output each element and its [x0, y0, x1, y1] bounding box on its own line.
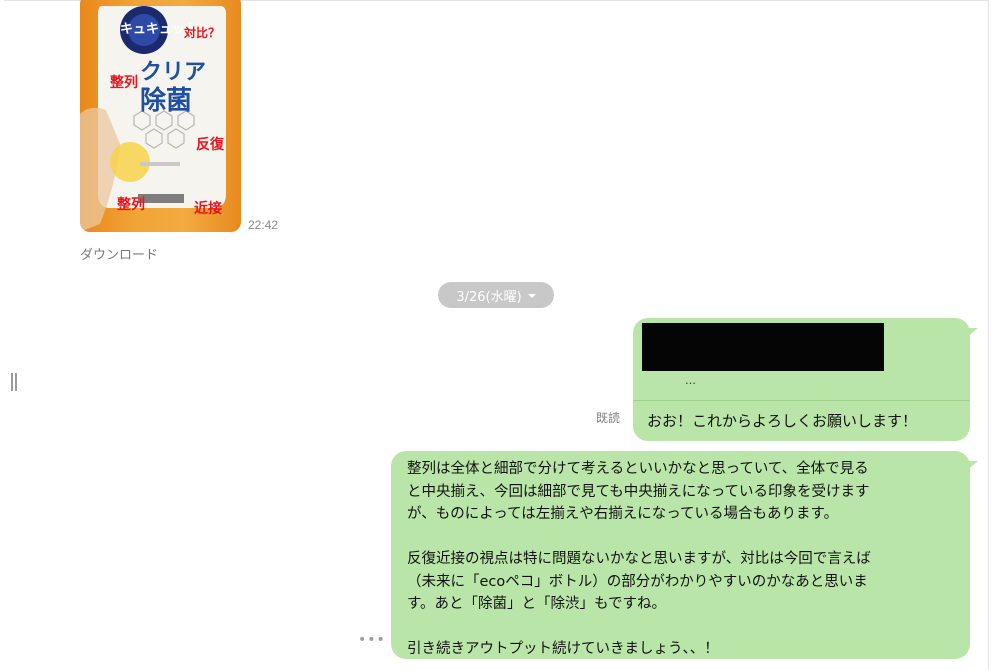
- message-text-block: 整列は全体と細部で分けて考えるといいかなと思っていて、全体で見る と中央揃え、今…: [407, 458, 959, 661]
- photo-product-line2: 除菌: [140, 86, 193, 116]
- resize-handle[interactable]: [11, 373, 17, 391]
- read-status: 既読: [596, 411, 621, 425]
- photo-annotation-proximity: 近接: [194, 201, 222, 217]
- download-link[interactable]: ダウンロード: [80, 244, 158, 263]
- message-line: 引き続きアウトプット続けていきましょう、、！: [407, 641, 719, 657]
- reply-quote[interactable]: …: [633, 318, 970, 401]
- quote-ellipsis: …: [685, 374, 696, 387]
- date-separator[interactable]: 3/26(水曜): [438, 282, 554, 308]
- message-text: おお！これからよろしくお願いします！: [647, 412, 918, 430]
- message-line: す。あと「除菌」と「除渋」もですね。: [407, 596, 666, 612]
- more-options-icon[interactable]: •••: [358, 632, 386, 648]
- photo-annotation-align-top: 整列: [110, 75, 138, 91]
- bubble-tail: [966, 461, 978, 471]
- message-line: （未来に「ecoペコ」ボトル）の部分がわかりやすいのかなあと思いま: [407, 573, 868, 590]
- message-time: 22:42: [248, 218, 279, 232]
- photo-annotation-contrast: 対比？: [184, 26, 221, 40]
- message-line: と中央揃え、今回は細部で見ても中央揃えになっている印象を受けます: [407, 483, 870, 500]
- message-line: 整列は全体と細部で分けて考えるといいかなと思っていて、全体で見る: [407, 461, 869, 477]
- frame-right-border: [988, 0, 989, 670]
- photo-annotation-repeat: 反復: [196, 137, 224, 153]
- message-line: が、ものによっては左揃えや右揃えになっている場合もあります。: [407, 506, 839, 522]
- redacted-quote: [642, 323, 884, 371]
- received-photo[interactable]: キュキュット 対比？ 整列 クリア 除菌 反復 整列 近接: [80, 0, 241, 232]
- sent-message-bubble[interactable]: … おお！これからよろしくお願いします！: [633, 318, 978, 441]
- photo-annotation-align-bottom: 整列: [117, 197, 145, 213]
- chevron-down-icon: [527, 294, 536, 298]
- message-line: 反復近接の視点は特に問題ないかなと思いますが、対比は今回で言えば: [407, 551, 871, 567]
- sent-message-bubble-long[interactable]: 整列は全体と細部で分けて考えるといいかなと思っていて、全体で見る と中央揃え、今…: [391, 451, 978, 661]
- date-label: 3/26(水曜): [456, 289, 522, 305]
